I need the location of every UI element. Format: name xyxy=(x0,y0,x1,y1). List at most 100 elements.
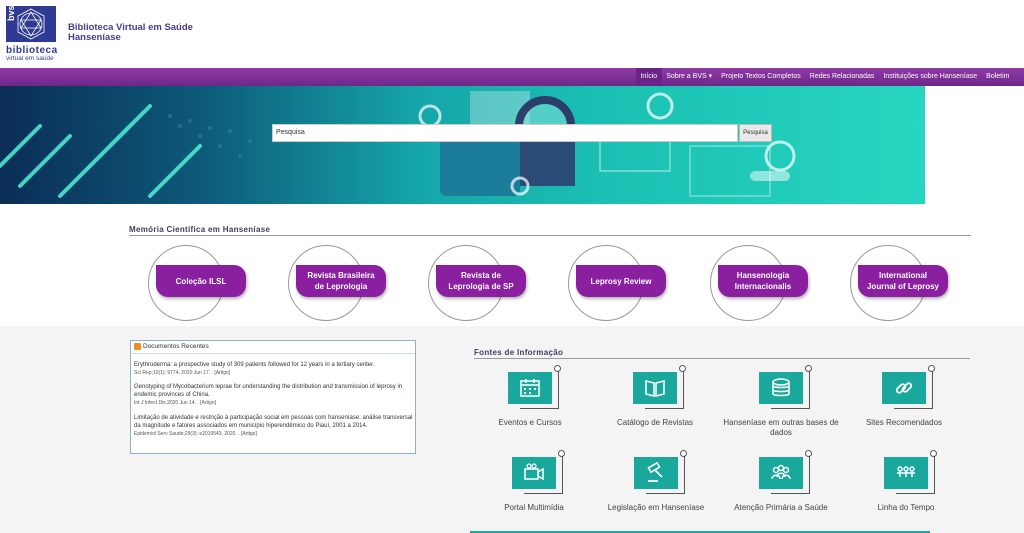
card-dot xyxy=(554,365,561,372)
nav-item-5[interactable]: Boletim xyxy=(982,68,1014,86)
nav-item-4[interactable]: Instituições sobre Hanseníase xyxy=(879,68,982,86)
memoria-label-line2: de Leprologia xyxy=(314,282,368,291)
memoria-label-line2: Internacionalis xyxy=(734,282,792,291)
memoria-item-5[interactable]: International Journal of Leprosy xyxy=(850,245,950,325)
memoria-button[interactable]: Hansenologia Internacionalis xyxy=(718,265,808,297)
memoria-label-line1: Coleção ILSL xyxy=(175,276,227,286)
nav-item-2[interactable]: Projeto Textos Completos xyxy=(717,68,806,86)
card-icon-box[interactable] xyxy=(633,372,677,404)
memoria-label: Revista de Leprologia de SP xyxy=(448,270,513,292)
fonte-card-3[interactable]: Sites Recomendados xyxy=(866,365,1002,448)
database-icon xyxy=(772,378,790,397)
recent-documents-title: Documentos Recentes xyxy=(143,343,209,350)
site-title-line2: Hanseníase xyxy=(68,32,121,43)
memoria-item-0[interactable]: Coleção ILSL xyxy=(148,245,248,325)
document-title[interactable]: Limitação de atividade e restrição à par… xyxy=(134,414,414,430)
fonte-card-4[interactable]: Portal Multimídia xyxy=(504,450,632,533)
bvs-logo[interactable]: bvs biblioteca virtual em saúde xyxy=(6,5,57,62)
memoria-label-line1: Hansenologia xyxy=(736,271,790,280)
fontes-divider xyxy=(474,358,970,359)
document-title[interactable]: Erythroderma: a prospective study of 309… xyxy=(134,361,414,369)
card-label[interactable]: Sites Recomendados xyxy=(844,418,964,428)
nav-item-3[interactable]: Redes Relacionadas xyxy=(805,68,879,86)
fonte-card-5[interactable]: Legislação em Hanseníase xyxy=(608,450,754,533)
people-icon xyxy=(771,464,791,480)
search-button[interactable]: Pesquisa xyxy=(739,124,772,142)
card-label[interactable]: Catálogo de Revistas xyxy=(595,418,715,428)
card-dot xyxy=(930,450,937,457)
card-label[interactable]: Eventos e Cursos xyxy=(470,418,590,428)
nav-list: Início Sobre a BVS ▾ Projeto Textos Comple… xyxy=(635,68,1014,86)
memoria-label-line2: Journal of Leprosy xyxy=(866,282,939,291)
recent-documents-panel: Documentos Recentes Erythroderma: a pros… xyxy=(130,340,416,454)
memoria-button[interactable]: Revista de Leprologia de SP xyxy=(436,265,526,297)
card-dot xyxy=(680,450,687,457)
memoria-label: International Journal of Leprosy xyxy=(867,270,939,292)
memoria-label-line1: Revista Brasileira xyxy=(307,271,375,280)
timeline-icon xyxy=(897,466,915,477)
site-title[interactable]: Biblioteca Virtual em Saúde Hanseníase xyxy=(68,23,193,43)
memoria-label: Leprosy Review xyxy=(591,276,652,287)
card-icon-box[interactable] xyxy=(759,457,803,489)
card-icon-box[interactable] xyxy=(512,457,556,489)
site-header: bvs biblioteca virtual em saúde Bibliote… xyxy=(0,0,1024,68)
card-label[interactable]: Legislação em Hanseníase xyxy=(596,503,716,513)
recent-documents-header: Documentos Recentes xyxy=(131,341,415,354)
document-meta: Int J Infect Dis;2020 Jun 14. . [Artigo] xyxy=(134,400,216,406)
video-camera-icon xyxy=(524,463,544,481)
memoria-label: Coleção ILSL xyxy=(176,276,227,287)
card-icon-box[interactable] xyxy=(634,457,678,489)
gavel-icon xyxy=(647,461,663,482)
card-label[interactable]: Portal Multimídia xyxy=(474,503,594,513)
nav-item-0[interactable]: Início xyxy=(635,68,662,86)
fonte-card-6[interactable]: Atenção Primária a Saúde xyxy=(734,450,879,533)
card-label[interactable]: Hanseníase em outras bases de dados xyxy=(721,418,841,438)
memoria-button[interactable]: Revista Brasileira de Leprologia xyxy=(296,265,386,297)
memoria-label-line1: Revista de xyxy=(460,271,502,280)
document-item[interactable]: Limitação de atividade e restrição à par… xyxy=(134,414,414,438)
book-icon xyxy=(645,380,665,397)
bvs-logo-mark: bvs xyxy=(6,5,56,42)
memoria-label-line1: International xyxy=(878,271,927,280)
link-icon xyxy=(895,382,913,394)
card-dot xyxy=(928,365,935,372)
memoria-item-2[interactable]: Revista de Leprologia de SP xyxy=(428,245,528,325)
card-dot xyxy=(558,450,565,457)
document-meta: Epidemiol Serv Saude;29(3): e2019543, 20… xyxy=(134,431,257,437)
card-label[interactable]: Atenção Primária a Saúde xyxy=(721,503,841,513)
hero-banner xyxy=(0,86,925,204)
fonte-card-2[interactable]: Hanseníase em outras bases de dados xyxy=(723,365,879,448)
memoria-button[interactable]: Coleção ILSL xyxy=(156,265,246,297)
rss-icon[interactable] xyxy=(134,343,141,350)
banner-illustration xyxy=(0,91,796,198)
document-item[interactable]: Genotyping of Mycobacterium leprae for u… xyxy=(134,383,414,407)
card-dot xyxy=(679,365,686,372)
document-title[interactable]: Genotyping of Mycobacterium leprae for u… xyxy=(134,383,414,399)
main-nav: Início Sobre a BVS ▾ Projeto Textos Comple… xyxy=(0,68,1024,86)
memoria-item-4[interactable]: Hansenologia Internacionalis xyxy=(710,245,810,325)
card-icon-box[interactable] xyxy=(759,372,803,404)
logo-text-virtual: virtual em saúde xyxy=(6,55,54,62)
card-icon-box[interactable] xyxy=(884,457,928,489)
memoria-item-1[interactable]: Revista Brasileira de Leprologia xyxy=(288,245,388,325)
nav-item-1[interactable]: Sobre a BVS ▾ xyxy=(662,68,717,86)
memoria-button[interactable]: International Journal of Leprosy xyxy=(858,265,948,297)
memoria-section-title: Memória Científica em Hanseníase xyxy=(129,225,271,234)
document-meta: Sci Rep;10(1): 9774, 2020 Jun 17. . [Art… xyxy=(134,370,231,376)
fonte-card-7[interactable]: Linha do Tempo xyxy=(878,450,1004,533)
card-icon-box[interactable] xyxy=(508,372,552,404)
fonte-card-0[interactable]: Eventos e Cursos xyxy=(498,365,628,448)
document-item[interactable]: Erythroderma: a prospective study of 309… xyxy=(134,361,414,377)
memoria-item-3[interactable]: Leprosy Review xyxy=(568,245,668,325)
card-dot xyxy=(805,365,812,372)
search-input[interactable]: Pesquisa xyxy=(272,124,738,142)
memoria-label-line2: Leprologia de SP xyxy=(448,282,514,291)
memoria-button[interactable]: Leprosy Review xyxy=(576,265,666,297)
card-dot xyxy=(805,450,812,457)
memoria-label: Hansenologia Internacionalis xyxy=(735,270,791,292)
card-icon-box[interactable] xyxy=(882,372,926,404)
calendar-icon xyxy=(520,379,540,397)
memoria-divider xyxy=(129,235,971,236)
card-label[interactable]: Linha do Tempo xyxy=(846,503,966,513)
fontes-section-title: Fontes de Informação xyxy=(474,348,564,357)
